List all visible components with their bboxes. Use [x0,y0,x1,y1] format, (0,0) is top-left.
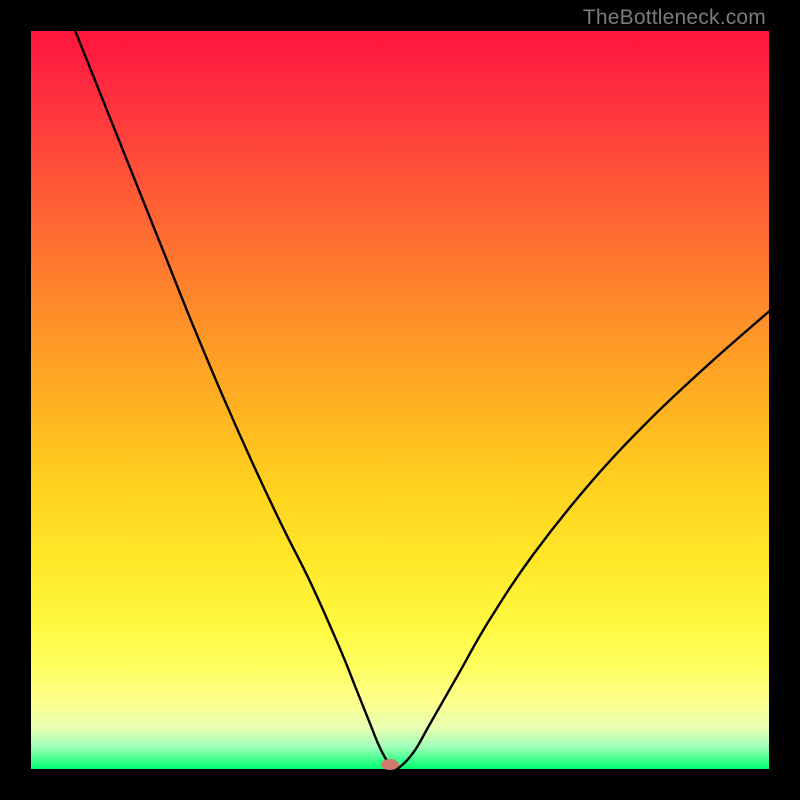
chart-frame: TheBottleneck.com [0,0,800,800]
plot-area [31,31,769,769]
bottleneck-curve [31,31,769,769]
watermark-text: TheBottleneck.com [583,6,766,30]
